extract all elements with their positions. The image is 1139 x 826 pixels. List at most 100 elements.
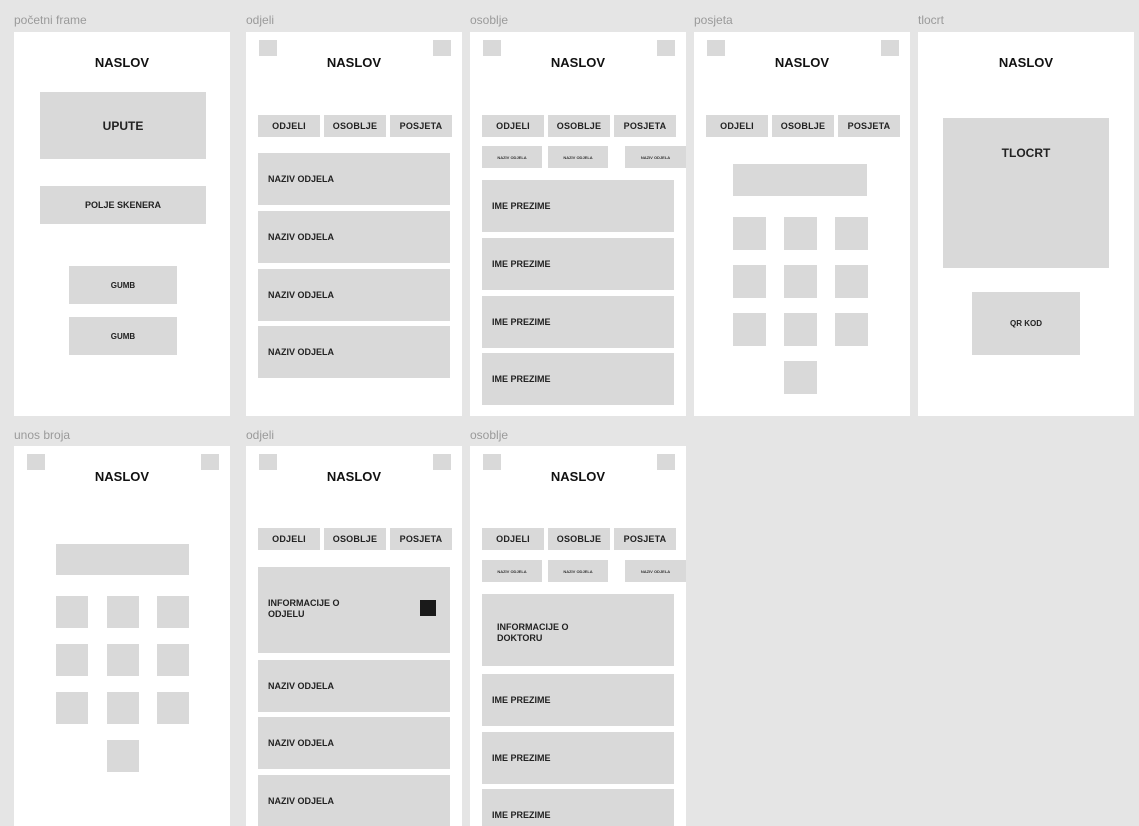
list-item[interactable]: NAZIV ODJELA	[258, 717, 450, 769]
back-icon[interactable]	[483, 454, 501, 470]
keypad-key[interactable]	[784, 361, 817, 394]
doctor-info-text: INFORMACIJE O DOKTORU	[497, 622, 569, 643]
subtab-department[interactable]: NAZIV ODJELA	[482, 560, 542, 582]
subtab-department[interactable]: NAZIV ODJELA	[625, 146, 686, 168]
list-item[interactable]: NAZIV ODJELA	[258, 211, 450, 263]
keypad-key[interactable]	[157, 692, 189, 724]
menu-icon[interactable]	[657, 454, 675, 470]
instructions-panel: UPUTE	[40, 92, 206, 159]
back-icon[interactable]	[27, 454, 45, 470]
list-item[interactable]: NAZIV ODJELA	[258, 775, 450, 826]
menu-icon[interactable]	[433, 454, 451, 470]
keypad-key[interactable]	[784, 265, 817, 298]
tab-odjeli[interactable]: ODJELI	[482, 115, 544, 137]
frame-odjeli-detail: NASLOV ODJELI OSOBLJE POSJETA INFORMACIJ…	[246, 446, 462, 826]
department-info-text: INFORMACIJE O ODJELU	[268, 598, 340, 619]
qr-code[interactable]: QR KOD	[972, 292, 1080, 355]
tab-odjeli[interactable]: ODJELI	[258, 528, 320, 550]
back-icon[interactable]	[259, 454, 277, 470]
page-title: NASLOV	[774, 55, 830, 70]
page-title: NASLOV	[550, 55, 606, 70]
scanner-field[interactable]: POLJE SKENERA	[40, 186, 206, 224]
back-icon[interactable]	[259, 40, 277, 56]
tab-osoblje[interactable]: OSOBLJE	[548, 115, 610, 137]
list-item[interactable]: IME PREZIME	[482, 353, 674, 405]
keypad-key[interactable]	[56, 644, 88, 676]
tab-posjeta[interactable]: POSJETA	[390, 115, 452, 137]
keypad-key[interactable]	[157, 596, 189, 628]
subtab-department[interactable]: NAZIV ODJELA	[482, 146, 542, 168]
toggle-icon[interactable]	[420, 600, 436, 616]
menu-icon[interactable]	[881, 40, 899, 56]
list-item[interactable]: IME PREZIME	[482, 732, 674, 784]
page-title: NASLOV	[326, 55, 382, 70]
frame-label-odjeli2: odjeli	[246, 428, 275, 442]
frame-osoblje: NASLOV ODJELI OSOBLJE POSJETA NAZIV ODJE…	[470, 32, 686, 416]
list-item[interactable]: NAZIV ODJELA	[258, 153, 450, 205]
list-item[interactable]: NAZIV ODJELA	[258, 269, 450, 321]
frame-pocetni: NASLOV UPUTE POLJE SKENERA GUMB GUMB	[14, 32, 230, 416]
tab-osoblje[interactable]: OSOBLJE	[772, 115, 834, 137]
floor-plan-label: TLOCRT	[1001, 146, 1051, 160]
tab-posjeta[interactable]: POSJETA	[614, 528, 676, 550]
tab-osoblje[interactable]: OSOBLJE	[548, 528, 610, 550]
list-item[interactable]: IME PREZIME	[482, 789, 674, 826]
frame-label-tlocrt: tlocrt	[918, 13, 945, 27]
tab-odjeli[interactable]: ODJELI	[258, 115, 320, 137]
list-item[interactable]: NAZIV ODJELA	[258, 326, 450, 378]
keypad-key[interactable]	[733, 217, 766, 250]
keypad-key[interactable]	[107, 692, 139, 724]
keypad-key[interactable]	[107, 644, 139, 676]
frame-unos: NASLOV	[14, 446, 230, 826]
menu-icon[interactable]	[433, 40, 451, 56]
keypad-key[interactable]	[56, 596, 88, 628]
frame-label-posjeta: posjeta	[694, 13, 733, 27]
department-info-panel: INFORMACIJE O ODJELU	[258, 567, 450, 653]
page-title: NASLOV	[94, 469, 150, 484]
back-icon[interactable]	[483, 40, 501, 56]
keypad-key[interactable]	[733, 265, 766, 298]
tab-posjeta[interactable]: POSJETA	[390, 528, 452, 550]
list-item[interactable]: IME PREZIME	[482, 674, 674, 726]
primary-button[interactable]: GUMB	[69, 266, 177, 304]
keypad-key[interactable]	[784, 313, 817, 346]
frame-odjeli: NASLOV ODJELI OSOBLJE POSJETA NAZIV ODJE…	[246, 32, 462, 416]
keypad-key[interactable]	[784, 217, 817, 250]
secondary-button[interactable]: GUMB	[69, 317, 177, 355]
frame-label-osoblje2: osoblje	[470, 428, 509, 442]
tab-posjeta[interactable]: POSJETA	[614, 115, 676, 137]
tab-odjeli[interactable]: ODJELI	[706, 115, 768, 137]
subtab-department[interactable]: NAZIV ODJELA	[548, 560, 608, 582]
subtab-department[interactable]: NAZIV ODJELA	[548, 146, 608, 168]
keypad-key[interactable]	[107, 740, 139, 772]
number-display	[733, 164, 867, 196]
menu-icon[interactable]	[201, 454, 219, 470]
keypad-key[interactable]	[835, 265, 868, 298]
keypad-key[interactable]	[835, 217, 868, 250]
tab-osoblje[interactable]: OSOBLJE	[324, 528, 386, 550]
list-item[interactable]: IME PREZIME	[482, 180, 674, 232]
page-title: NASLOV	[326, 469, 382, 484]
frame-label-osoblje: osoblje	[470, 13, 509, 27]
frame-tlocrt: NASLOV TLOCRT QR KOD	[918, 32, 1134, 416]
number-display	[56, 544, 189, 575]
keypad-key[interactable]	[56, 692, 88, 724]
back-icon[interactable]	[707, 40, 725, 56]
subtab-department[interactable]: NAZIV ODJELA	[625, 560, 686, 582]
page-title: NASLOV	[550, 469, 606, 484]
keypad-key[interactable]	[157, 644, 189, 676]
keypad-key[interactable]	[107, 596, 139, 628]
doctor-info-panel: INFORMACIJE O DOKTORU	[482, 594, 674, 666]
list-item[interactable]: IME PREZIME	[482, 238, 674, 290]
tab-odjeli[interactable]: ODJELI	[482, 528, 544, 550]
list-item[interactable]: IME PREZIME	[482, 296, 674, 348]
floor-plan: TLOCRT	[943, 118, 1109, 268]
keypad-key[interactable]	[733, 313, 766, 346]
keypad-key[interactable]	[835, 313, 868, 346]
page-title: NASLOV	[94, 55, 150, 70]
list-item[interactable]: NAZIV ODJELA	[258, 660, 450, 712]
tab-osoblje[interactable]: OSOBLJE	[324, 115, 386, 137]
tab-posjeta[interactable]: POSJETA	[838, 115, 900, 137]
menu-icon[interactable]	[657, 40, 675, 56]
frame-label-pocetni: početni frame	[14, 13, 87, 27]
